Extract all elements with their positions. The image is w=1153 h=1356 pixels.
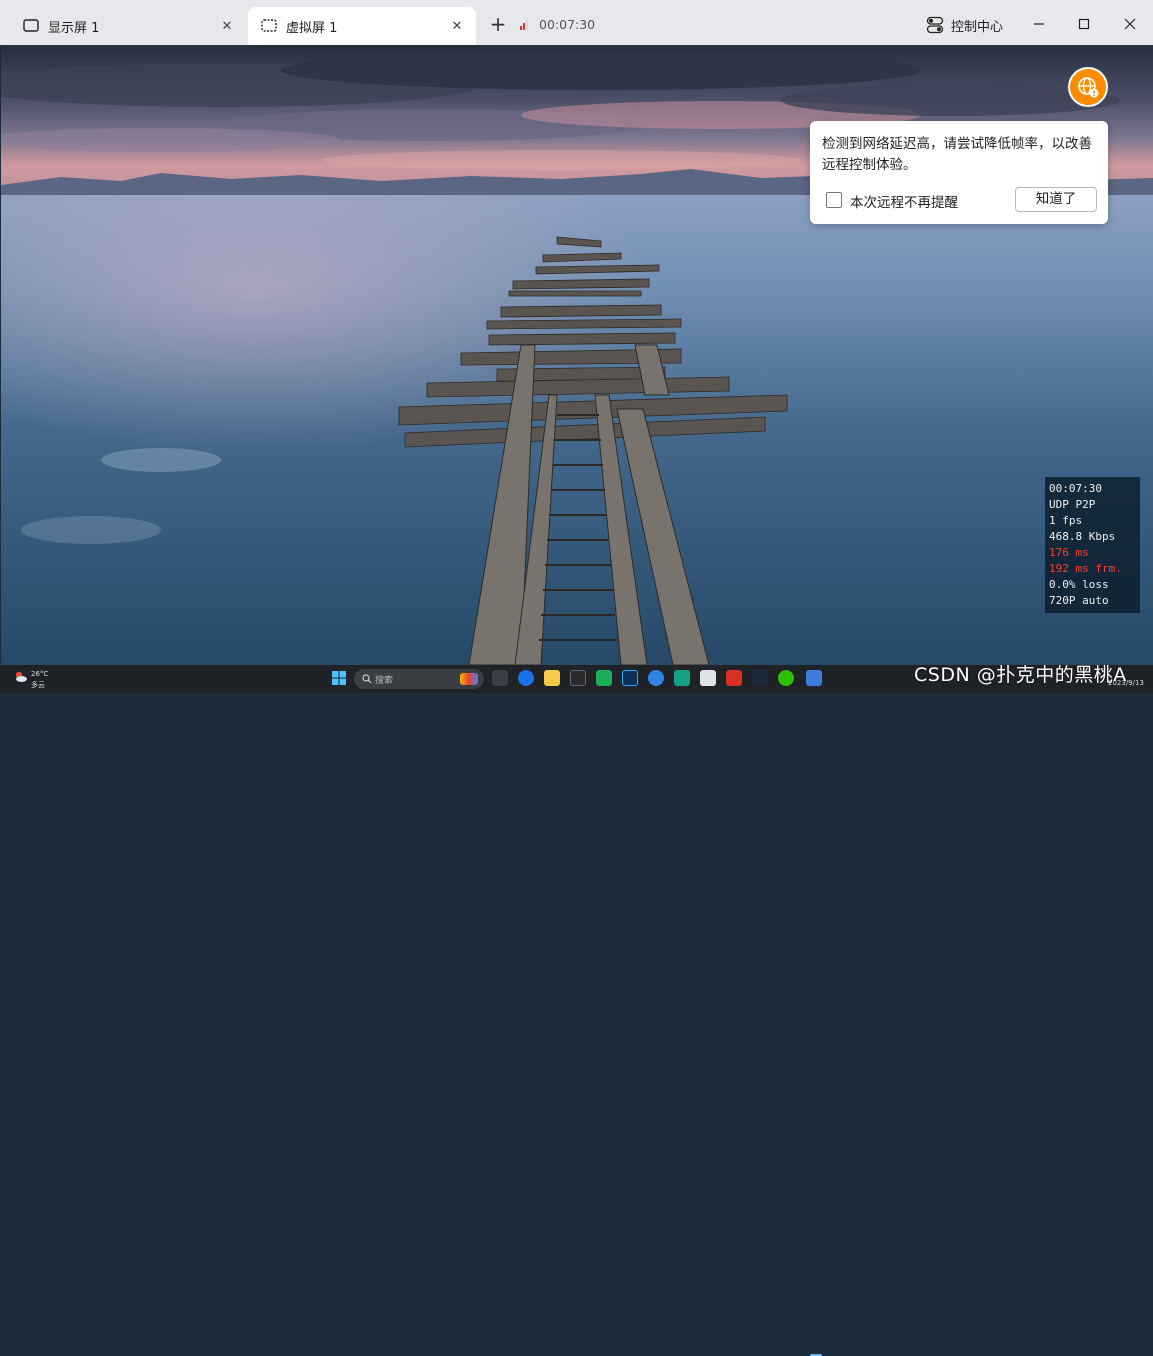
connection-stats-overlay: 00:07:30 UDP P2P 1 fps 468.8 Kbps 176 ms… xyxy=(1045,477,1140,613)
windows-icon xyxy=(332,671,346,685)
add-tab-button[interactable]: + xyxy=(486,12,510,36)
close-icon[interactable]: ✕ xyxy=(214,13,240,39)
search-icon xyxy=(362,674,372,684)
control-center-button[interactable]: 控制中心 xyxy=(926,13,1003,37)
app-green-icon[interactable] xyxy=(674,670,690,686)
session-elapsed-time: 00:07:30 xyxy=(539,17,596,32)
steam-icon[interactable] xyxy=(752,670,768,686)
wechat-icon[interactable] xyxy=(778,670,794,686)
globe-warning-icon xyxy=(1078,77,1099,98)
stat-elapsed: 00:07:30 xyxy=(1049,482,1102,495)
tab-label: 虚拟屏 1 xyxy=(286,20,338,36)
network-warning-button[interactable] xyxy=(1068,67,1108,107)
stat-bitrate: 468.8 Kbps xyxy=(1049,530,1116,543)
wechat-pay-icon[interactable] xyxy=(596,670,612,686)
weather-temp: 26°C xyxy=(31,670,49,678)
control-center-label: 控制中心 xyxy=(951,19,1004,35)
app-white-icon[interactable] xyxy=(700,670,716,686)
toggle-switches-icon xyxy=(926,16,944,34)
remote-app-icon[interactable] xyxy=(806,670,822,686)
stat-latency: 176 ms xyxy=(1049,546,1089,559)
task-view-icon[interactable] xyxy=(492,670,508,686)
stat-loss: 0.0% loss xyxy=(1049,578,1109,591)
tab-virtual-screen-1[interactable]: 虚拟屏 1 ✕ xyxy=(248,7,476,45)
monitor-icon xyxy=(22,17,40,35)
virtual-screen-icon xyxy=(260,17,278,35)
stat-fps: 1 fps xyxy=(1049,514,1083,527)
stat-resolution: 720P auto xyxy=(1049,594,1109,607)
terminal-icon[interactable] xyxy=(570,670,586,686)
maximize-button[interactable] xyxy=(1064,8,1104,40)
weather-widget[interactable]: 26°C 多云 xyxy=(4,667,50,691)
tab-display-1[interactable]: 显示屏 1 ✕ xyxy=(10,7,246,45)
photoshop-icon[interactable] xyxy=(622,670,638,686)
taskbar-search-box[interactable]: 搜索 xyxy=(354,669,484,689)
dont-remind-checkbox[interactable] xyxy=(826,192,842,208)
wps-office-icon[interactable] xyxy=(726,670,742,686)
title-bar: 显示屏 1 ✕ 虚拟屏 1 ✕ + 00:07:30 控制中心 xyxy=(0,0,1153,45)
cloud-icon xyxy=(15,671,27,682)
popup-message: 检测到网络延迟高，请尝试降低帧率，以改善远程控制体验。 xyxy=(822,136,1092,173)
stat-protocol: UDP P2P xyxy=(1049,498,1096,511)
network-latency-popup: 检测到网络延迟高，请尝试降低帧率，以改善远程控制体验。 本次远程不再提醒 知道了 xyxy=(810,121,1108,224)
edge-browser-icon[interactable] xyxy=(518,670,534,686)
stat-frame-latency: 192 ms frm. xyxy=(1049,562,1122,575)
start-button[interactable] xyxy=(331,670,347,686)
close-icon[interactable]: ✕ xyxy=(444,13,470,39)
signal-strength-icon xyxy=(520,18,528,30)
tab-label: 显示屏 1 xyxy=(48,20,100,36)
csdn-watermark: CSDN @扑克中的黑桃A xyxy=(914,664,1127,686)
file-explorer-icon[interactable] xyxy=(544,670,560,686)
wallpaper-lake-pier xyxy=(1,195,1153,665)
weather-desc: 多云 xyxy=(31,681,45,689)
dont-remind-label[interactable]: 本次远程不再提醒 xyxy=(850,191,958,211)
minimize-button[interactable] xyxy=(1019,8,1059,40)
search-highlight-icon xyxy=(460,673,478,685)
search-placeholder: 搜索 xyxy=(375,676,394,686)
window-close-button[interactable] xyxy=(1110,8,1150,40)
edge-dev-icon[interactable] xyxy=(648,670,664,686)
got-it-button[interactable]: 知道了 xyxy=(1015,187,1097,212)
